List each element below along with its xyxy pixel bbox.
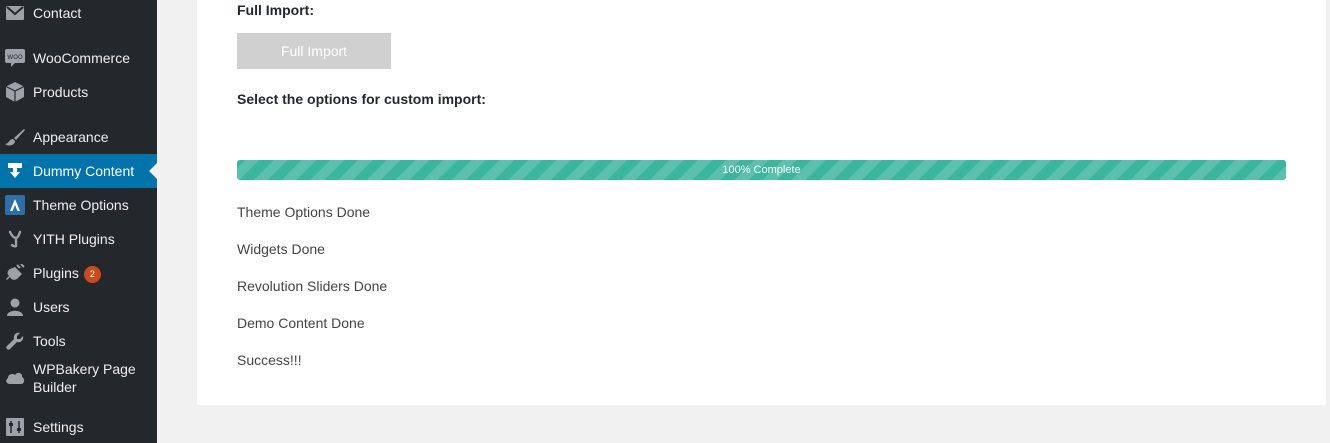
sidebar-item-woocommerce[interactable]: WOO WooCommerce [0,41,157,75]
sliders-icon [5,417,25,437]
sidebar-item-label: Tools [33,333,66,349]
sidebar-item-plugins[interactable]: Plugins 2 [0,256,157,290]
sidebar-item-label: Theme Options [33,197,129,213]
sidebar-item-yith-plugins[interactable]: YITH Plugins [0,222,157,256]
sidebar-item-label: Plugins 2 [33,264,151,283]
import-progress-bar: 100% Complete [237,160,1286,180]
sidebar-item-contact[interactable]: Contact [0,0,157,30]
sidebar-item-label: WPBakery Page Builder [33,361,136,395]
log-line: Widgets Done [237,241,325,257]
sidebar-item-dummy-content[interactable]: Dummy Content [0,154,157,188]
theme-logo-icon [5,195,25,215]
full-import-heading: Full Import: [237,2,314,18]
paintbrush-icon [5,127,25,147]
sidebar-item-label: Dummy Content [33,163,135,179]
user-icon [5,297,25,317]
sidebar-item-label: Appearance [33,129,109,145]
sidebar-item-label: Products [33,84,89,100]
sidebar-item-products[interactable]: Products [0,75,157,109]
admin-sidebar: Contact WOO WooCommerce Products Appeara… [0,0,157,443]
download-icon [5,161,25,181]
sidebar-item-label: WooCommerce [33,50,130,66]
sidebar-item-label: Users [33,299,70,315]
import-panel: Full Import: Full Import Select the opti… [197,0,1326,405]
custom-import-heading: Select the options for custom import: [237,91,486,107]
sidebar-item-tools[interactable]: Tools [0,324,157,358]
box-icon [5,82,25,102]
wpbakery-cloud-icon [5,368,25,388]
sidebar-item-theme-options[interactable]: Theme Options [0,188,157,222]
update-count-badge: 2 [83,265,101,283]
sidebar-item-settings[interactable]: Settings [0,410,157,443]
progress-label: 100% Complete [722,164,801,176]
sidebar-item-label: Settings [33,419,84,435]
wrench-icon [5,331,25,351]
woocommerce-icon: WOO [5,48,25,68]
plugins-label-text: Plugins [33,264,79,281]
sidebar-item-label: YITH Plugins [33,231,115,247]
plug-icon [5,263,25,283]
svg-text:WOO: WOO [7,54,23,61]
log-line: Demo Content Done [237,315,365,331]
sidebar-item-appearance[interactable]: Appearance [0,120,157,154]
log-line: Revolution Sliders Done [237,278,388,294]
success-message: Success!!! [237,352,302,368]
sidebar-item-wpbakery[interactable]: WPBakery Page Builder [0,358,157,398]
full-import-button[interactable]: Full Import [237,33,391,69]
sidebar-item-label: Contact [33,5,82,21]
log-line: Theme Options Done [237,204,371,220]
envelope-icon [5,3,25,23]
yith-icon [5,229,25,249]
sidebar-item-users[interactable]: Users [0,290,157,324]
